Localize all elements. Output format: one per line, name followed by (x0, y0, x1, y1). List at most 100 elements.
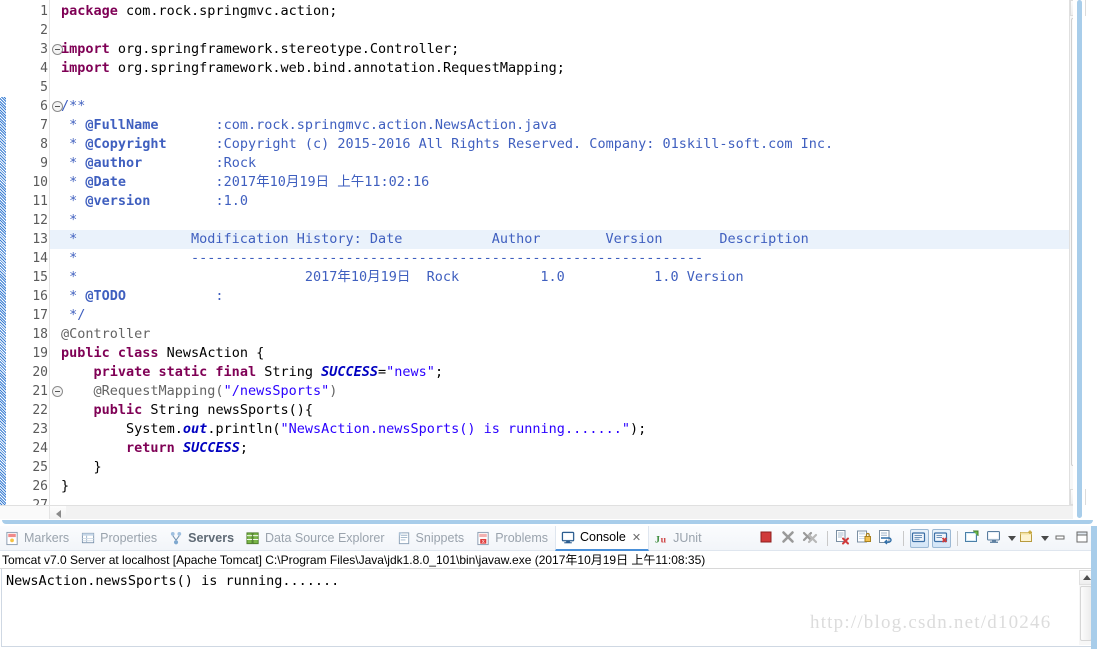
line-number: 18 (32, 327, 48, 342)
code-token: "news" (386, 364, 435, 380)
tab-snippets[interactable]: Snippets (392, 526, 472, 551)
code-token: @TODO (85, 288, 127, 304)
code-line: public String newsSports(){ (61, 401, 1085, 420)
view-tab-bar[interactable]: Markers Properties Servers Data Source Expl… (0, 525, 1097, 551)
tab-data-source-explorer[interactable]: Data Source Explorer (241, 526, 392, 551)
code-line: * @Copyright :Copyright (c) 2015-2016 Al… (61, 135, 1085, 154)
code-line: import org.springframework.web.bind.anno… (61, 59, 1085, 78)
code-token: import (61, 60, 110, 76)
code-token: * (61, 212, 78, 228)
show-console-on-output-button[interactable] (910, 529, 929, 548)
svg-text:u: u (661, 534, 667, 545)
line-number: 17 (32, 308, 48, 323)
terminate-button[interactable] (758, 529, 777, 548)
code-token: public class (61, 345, 159, 361)
console-icon (561, 530, 576, 545)
code-token: @RequestMapping( (93, 383, 224, 399)
tab-markers[interactable]: Markers (0, 526, 76, 551)
code-token: System. (61, 421, 183, 437)
code-token: .println( (207, 421, 281, 437)
code-token: com.rock.springmvc.action; (117, 3, 338, 19)
code-line: System.out.println("NewsAction.newsSport… (61, 420, 1085, 439)
tab-label: Data Source Explorer (265, 530, 385, 545)
line-number-ruler[interactable]: 1 2 3 4 5 6 7 8 9 10 11 12 13 14 15 16 17 18 19 20 21 22 23 24 2… (6, 0, 63, 521)
clear-console-button[interactable] (834, 529, 853, 548)
code-token: /** (61, 98, 86, 114)
console-toolbar[interactable] (758, 526, 1093, 551)
code-token: out (182, 421, 208, 437)
tab-label: Console (579, 529, 626, 544)
tab-properties[interactable]: Properties (76, 526, 164, 551)
tab-label: Markers (24, 530, 70, 545)
line-number: 16 (32, 289, 48, 304)
code-area[interactable]: package com.rock.springmvc.action; impor… (50, 0, 1085, 521)
code-token: String (256, 364, 322, 380)
line-number: 20 (32, 365, 48, 380)
code-line: * @FullName :com.rock.springmvc.action.N… (61, 116, 1085, 135)
tab-console[interactable]: Console ✕ (554, 525, 650, 551)
code-line: /** (61, 97, 1085, 116)
remove-launch-button[interactable] (780, 529, 799, 548)
line-number: 24 (32, 441, 48, 456)
console-output-panel[interactable]: NewsAction.newsSports() is running......… (1, 569, 1096, 647)
svg-text:J: J (655, 534, 660, 545)
word-wrap-button[interactable] (878, 529, 897, 548)
line-number: 4 (40, 61, 48, 76)
line-number: 12 (32, 213, 48, 228)
tab-servers[interactable]: Servers (164, 526, 241, 551)
remove-all-launches-button[interactable] (802, 529, 821, 548)
line-number: 7 (40, 118, 48, 133)
data-source-explorer-icon (246, 531, 261, 546)
line-number: 6 (6, 97, 63, 116)
code-line: package com.rock.springmvc.action; (61, 2, 1085, 21)
code-line: */ (61, 306, 1085, 325)
toolbar-separator (827, 531, 828, 546)
line-number: 15 (32, 270, 48, 285)
chevron-down-icon[interactable] (1008, 536, 1016, 541)
minimize-button[interactable] (1052, 529, 1071, 548)
markers-icon (5, 531, 20, 546)
open-console-button[interactable] (1019, 529, 1038, 548)
code-token: * (61, 136, 86, 152)
show-console-on-error-button[interactable] (932, 529, 951, 548)
snippets-icon (397, 531, 412, 546)
line-number: 26 (32, 479, 48, 494)
tab-label: JUnit (673, 530, 702, 545)
editor-bottom-edge (0, 519, 1097, 525)
code-line: } (61, 458, 1085, 477)
eclipse-ide-window: 1 2 3 4 5 6 7 8 9 10 11 12 13 14 15 16 17 18 19 20 21 22 23 24 2… (0, 0, 1097, 649)
code-line: private static final String SUCCESS="new… (61, 363, 1085, 382)
code-token: */ (61, 307, 86, 323)
console-output-text: NewsAction.newsSports() is running......… (6, 573, 340, 589)
line-number: 1 (40, 4, 48, 19)
chevron-down-icon[interactable] (1041, 536, 1049, 541)
code-token: SUCCESS (321, 364, 379, 380)
line-number: 13 (32, 232, 48, 247)
tab-junit[interactable]: Ju JUnit (649, 526, 708, 551)
tab-label: Properties (100, 530, 158, 545)
scroll-lock-button[interactable] (856, 529, 875, 548)
code-token: "NewsAction.newsSports() is running.....… (280, 421, 630, 437)
tab-problems[interactable]: x Problems (471, 526, 555, 551)
pin-console-button[interactable] (964, 529, 983, 548)
line-number: 25 (32, 460, 48, 475)
code-token: return (126, 440, 175, 456)
line-number: 10 (32, 175, 48, 190)
code-token: ) (329, 383, 338, 399)
code-token: @Copyright (85, 136, 167, 152)
tab-close-icon[interactable]: ✕ (632, 531, 641, 544)
code-token: * (61, 193, 86, 209)
line-number: 2 (40, 23, 48, 38)
java-editor[interactable]: 1 2 3 4 5 6 7 8 9 10 11 12 13 14 15 16 17 18 19 20 21 22 23 24 2… (0, 0, 1086, 522)
tab-label: Problems (495, 530, 548, 545)
display-selected-console-button[interactable] (986, 529, 1005, 548)
code-line: import org.springframework.stereotype.Co… (61, 40, 1085, 59)
code-line: * (61, 211, 1085, 230)
svg-text:x: x (482, 539, 485, 545)
code-token: String newsSports(){ (142, 402, 313, 418)
line-number: 8 (40, 137, 48, 152)
